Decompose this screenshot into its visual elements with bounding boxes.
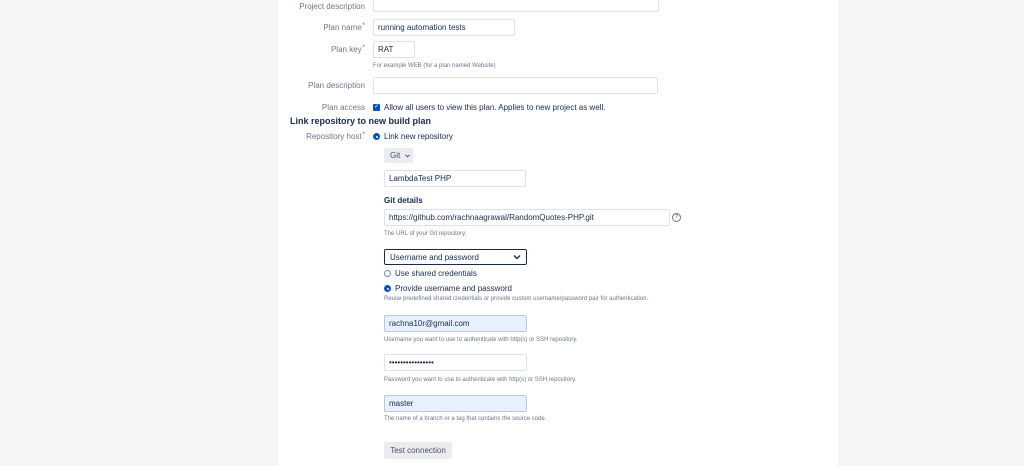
project-description-input[interactable]	[373, 0, 659, 12]
username-hint: Username you want to use to authenticate…	[384, 337, 578, 343]
plan-name-input[interactable]: running automation tests	[373, 19, 515, 36]
plan-name-label: Plan name*	[323, 23, 365, 32]
authentication-type-select[interactable]: Username and password	[384, 249, 527, 265]
link-new-repository-radio[interactable]	[373, 133, 380, 140]
password-input[interactable]: ••••••••••••••••	[384, 354, 527, 371]
link-repository-heading: Link repository to new build plan	[290, 116, 432, 126]
repository-url-input[interactable]: https://github.com/rachnaagrawal/RandomQ…	[384, 209, 670, 226]
help-icon[interactable]: ?	[672, 213, 681, 222]
form-panel	[278, 0, 838, 466]
plan-description-label: Plan description	[308, 81, 365, 90]
project-description-label: Project description	[299, 2, 365, 11]
authentication-type-value: Username and password	[390, 253, 479, 262]
git-details-heading: Git details	[384, 196, 423, 205]
plan-key-label: Plan key*	[330, 45, 365, 54]
chevron-down-icon	[513, 255, 521, 260]
plan-description-input[interactable]	[373, 77, 658, 94]
test-connection-button[interactable]: Test connection	[384, 442, 452, 459]
repository-display-name-input[interactable]: LambdaTest PHP	[384, 170, 526, 187]
username-input[interactable]: rachna10r@gmail.com	[384, 315, 527, 332]
branch-input[interactable]: master	[384, 395, 527, 412]
use-shared-credentials-radio[interactable]	[384, 270, 391, 277]
password-hint: Password you want to use to authenticate…	[384, 377, 577, 383]
plan-key-hint: For example WEB (for a plan named Websit…	[373, 63, 496, 69]
provide-credentials-radio[interactable]	[384, 285, 391, 292]
plan-access-checkbox[interactable]: ✓	[373, 104, 380, 111]
repository-host-label: Repository host*	[306, 132, 365, 141]
plan-key-input[interactable]: RAT	[373, 41, 415, 58]
plan-access-text: Allow all users to view this plan. Appli…	[384, 103, 606, 112]
use-shared-credentials-label: Use shared credentials	[395, 269, 477, 278]
repository-url-hint: The URL of your Git repository.	[384, 231, 467, 237]
link-new-repository-label: Link new repository	[384, 132, 453, 141]
credentials-hint: Reuse predefined shared credentials or p…	[384, 296, 649, 302]
provide-credentials-label: Provide username and password	[395, 284, 512, 293]
chevron-down-icon	[405, 154, 410, 158]
plan-access-label: Plan access	[321, 103, 365, 112]
repository-type-select[interactable]: Git	[384, 148, 413, 163]
branch-hint: The name of a branch or a tag that conta…	[384, 416, 547, 422]
repository-type-value: Git	[390, 151, 401, 160]
